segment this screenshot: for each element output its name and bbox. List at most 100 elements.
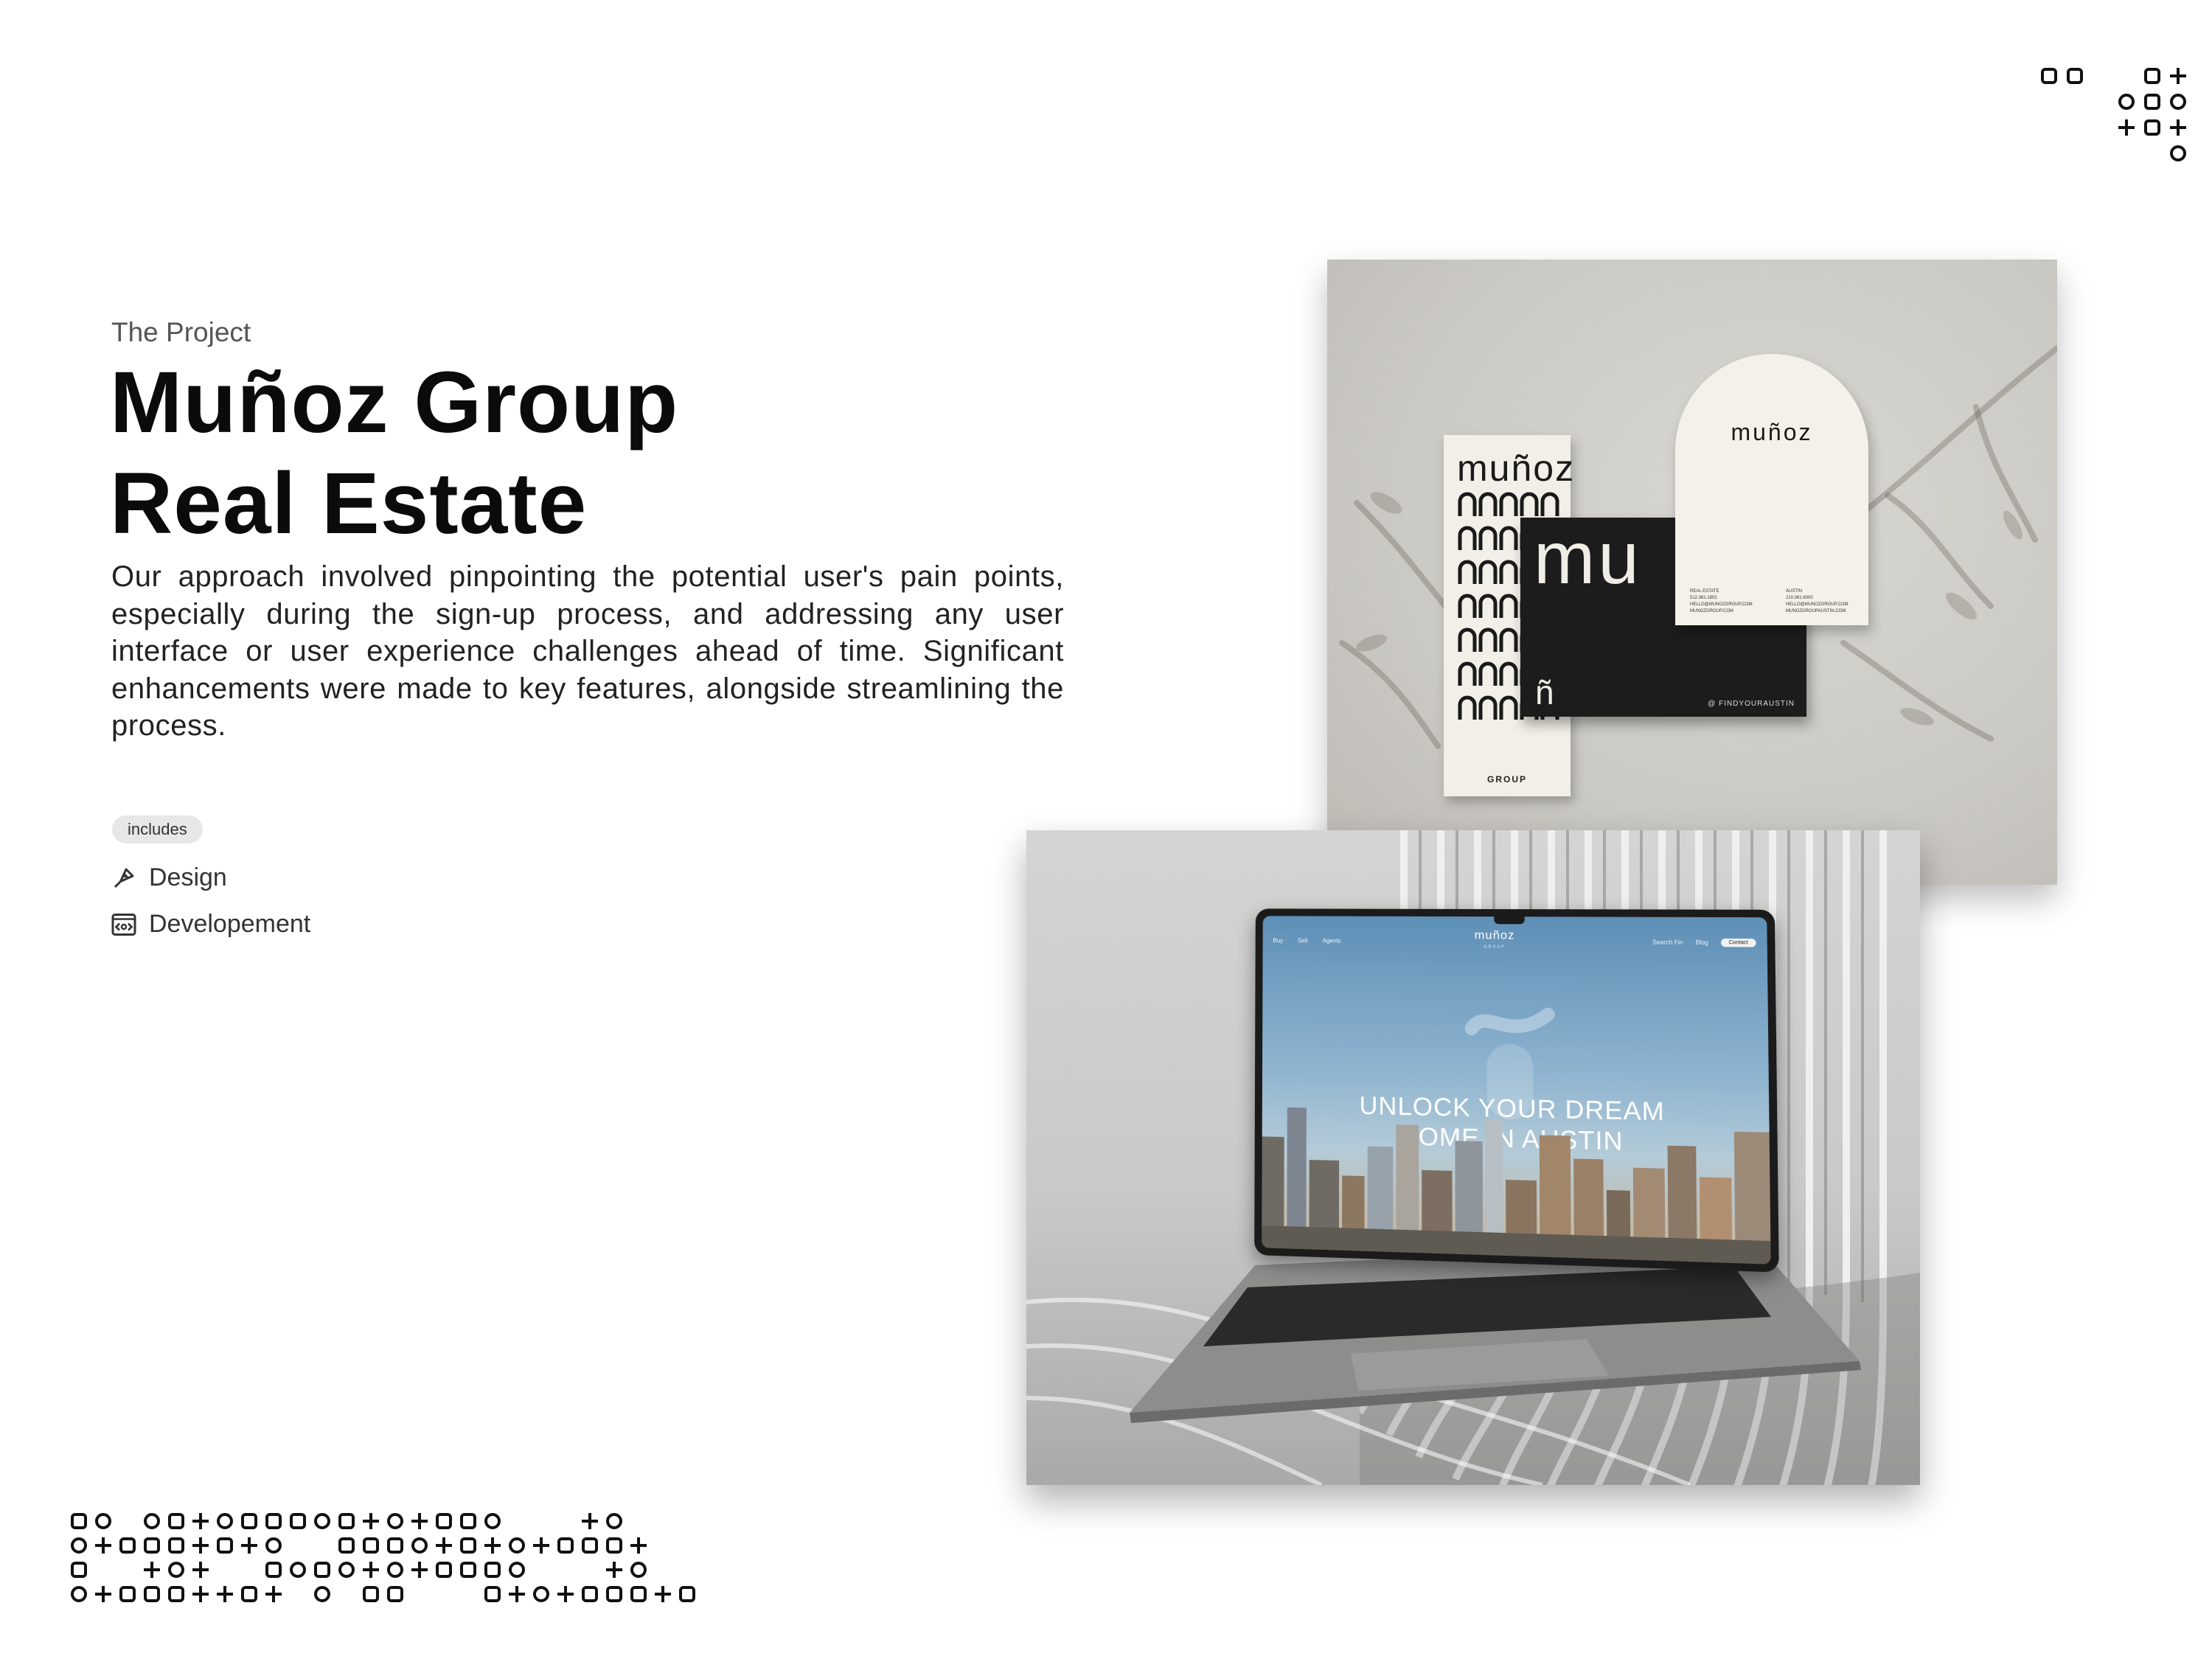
website-nav-right: Search Fin Blog Contact xyxy=(1652,938,1756,947)
pattern-glyph xyxy=(168,1586,184,1602)
pattern-glyph xyxy=(606,1537,622,1554)
includes-item-label: Developement xyxy=(149,910,311,938)
website-contact-button: Contact xyxy=(1720,938,1756,947)
arch-card-info-left: REAL ESTATE 512.361.1802 HELLO@MUNOZGROU… xyxy=(1690,589,1753,613)
pattern-glyph xyxy=(387,1537,403,1554)
website-nav-left: Buy Sell Agents xyxy=(1273,937,1340,944)
pattern-glyph xyxy=(436,1513,452,1529)
section-kicker: The Project xyxy=(111,317,251,347)
pattern-glyph xyxy=(606,1562,622,1578)
title-line-2: Real Estate xyxy=(110,455,588,552)
pattern-glyph xyxy=(265,1562,282,1578)
pattern-glyph xyxy=(509,1562,525,1578)
website-logo-sub: GROUP xyxy=(1484,945,1506,950)
pattern-glyph xyxy=(2170,68,2186,84)
pattern-glyph xyxy=(217,1513,233,1529)
project-description: Our approach involved pinpointing the po… xyxy=(111,560,1064,742)
laptop-screen: Buy Sell Agents muñoz GROUP Search Fin B… xyxy=(1254,908,1779,1273)
pattern-glyph xyxy=(290,1513,306,1529)
pattern-glyph xyxy=(630,1562,647,1578)
black-card-social-tag: @ FINDYOURAUSTIN xyxy=(1708,700,1795,708)
pattern-glyph xyxy=(582,1586,598,1602)
pattern-glyph xyxy=(2118,119,2135,136)
pattern-glyph xyxy=(144,1537,160,1554)
pattern-glyph xyxy=(411,1513,428,1529)
pattern-glyph xyxy=(509,1537,525,1554)
pattern-glyph xyxy=(192,1513,209,1529)
arch-card-brand-text: muñoz xyxy=(1731,419,1813,445)
pattern-glyph xyxy=(168,1562,184,1578)
website-preview: Buy Sell Agents muñoz GROUP Search Fin B… xyxy=(1262,916,1771,1265)
pattern-glyph xyxy=(2144,68,2160,84)
card-brand-text: muñoz xyxy=(1457,448,1576,489)
pattern-glyph xyxy=(71,1586,87,1602)
website-logo: muñoz GROUP xyxy=(1474,929,1515,952)
pattern-glyph xyxy=(387,1586,403,1602)
design-pen-icon xyxy=(114,868,134,888)
pattern-glyph xyxy=(144,1586,160,1602)
pattern-glyph xyxy=(363,1586,379,1602)
pattern-glyph xyxy=(95,1513,111,1529)
camera-notch xyxy=(1494,917,1525,925)
pattern-glyph xyxy=(484,1586,501,1602)
includes-badge: includes xyxy=(112,815,203,844)
pattern-glyph xyxy=(436,1562,452,1578)
pattern-glyph xyxy=(679,1586,695,1602)
black-card-large-text: mu xyxy=(1534,518,1642,599)
pattern-glyph xyxy=(363,1537,379,1554)
pattern-glyph xyxy=(606,1513,622,1529)
stationery-mockup-image: muñoz GROUP mu ñ @ FINDYOURAUSTIN muñoz … xyxy=(1327,260,2057,885)
pattern-glyph xyxy=(192,1586,209,1602)
pattern-glyph xyxy=(71,1537,87,1554)
pattern-glyph xyxy=(2170,94,2186,110)
pattern-glyph xyxy=(460,1513,476,1529)
pattern-glyph xyxy=(144,1562,160,1578)
pattern-glyph xyxy=(2067,68,2083,84)
includes-item-label: Design xyxy=(149,863,227,891)
website-logo-text: muñoz xyxy=(1474,929,1515,942)
nav-item: Agents xyxy=(1322,937,1341,945)
pattern-glyph xyxy=(314,1562,330,1578)
city-skyline-image xyxy=(1262,1107,1771,1265)
pattern-glyph xyxy=(241,1586,257,1602)
pattern-glyph xyxy=(557,1586,574,1602)
pattern-glyph xyxy=(2170,145,2186,161)
pattern-glyph xyxy=(168,1537,184,1554)
nav-item: Blog xyxy=(1695,939,1708,947)
pattern-glyph xyxy=(582,1537,598,1554)
pattern-glyph xyxy=(217,1537,233,1554)
pattern-glyph xyxy=(241,1513,257,1529)
pattern-glyph xyxy=(2170,119,2186,136)
pattern-glyph xyxy=(484,1513,501,1529)
pattern-glyph xyxy=(168,1513,184,1529)
pattern-glyph xyxy=(655,1586,671,1602)
nav-item: Search Fin xyxy=(1652,939,1683,946)
arch-business-card: muñoz REAL ESTATE 512.361.1802 HELLO@MUN… xyxy=(1675,354,1868,625)
pattern-glyph xyxy=(484,1562,501,1578)
pattern-glyph xyxy=(411,1562,428,1578)
pattern-glyph xyxy=(314,1586,330,1602)
pattern-glyph xyxy=(509,1586,525,1602)
pattern-glyph xyxy=(2041,68,2057,84)
pattern-glyph xyxy=(484,1537,501,1554)
pattern-glyph xyxy=(460,1562,476,1578)
pattern-glyph xyxy=(119,1537,136,1554)
pattern-glyph xyxy=(265,1513,282,1529)
pattern-glyph xyxy=(338,1537,355,1554)
development-code-icon xyxy=(111,913,136,936)
pattern-glyph xyxy=(363,1562,379,1578)
pattern-glyph xyxy=(241,1537,257,1554)
pattern-glyph xyxy=(217,1586,233,1602)
pattern-glyph xyxy=(606,1586,622,1602)
pattern-glyph xyxy=(2144,119,2160,136)
pattern-glyph xyxy=(338,1562,355,1578)
pattern-glyph xyxy=(71,1513,87,1529)
nav-item: Buy xyxy=(1273,937,1284,945)
pattern-glyph xyxy=(95,1537,111,1554)
pattern-glyph xyxy=(436,1537,452,1554)
pattern-glyph xyxy=(533,1586,549,1602)
pattern-glyph xyxy=(533,1537,549,1554)
pattern-glyph xyxy=(387,1513,403,1529)
project-title: Muñoz Group Real Estate xyxy=(110,352,678,554)
pattern-glyph xyxy=(144,1513,160,1529)
